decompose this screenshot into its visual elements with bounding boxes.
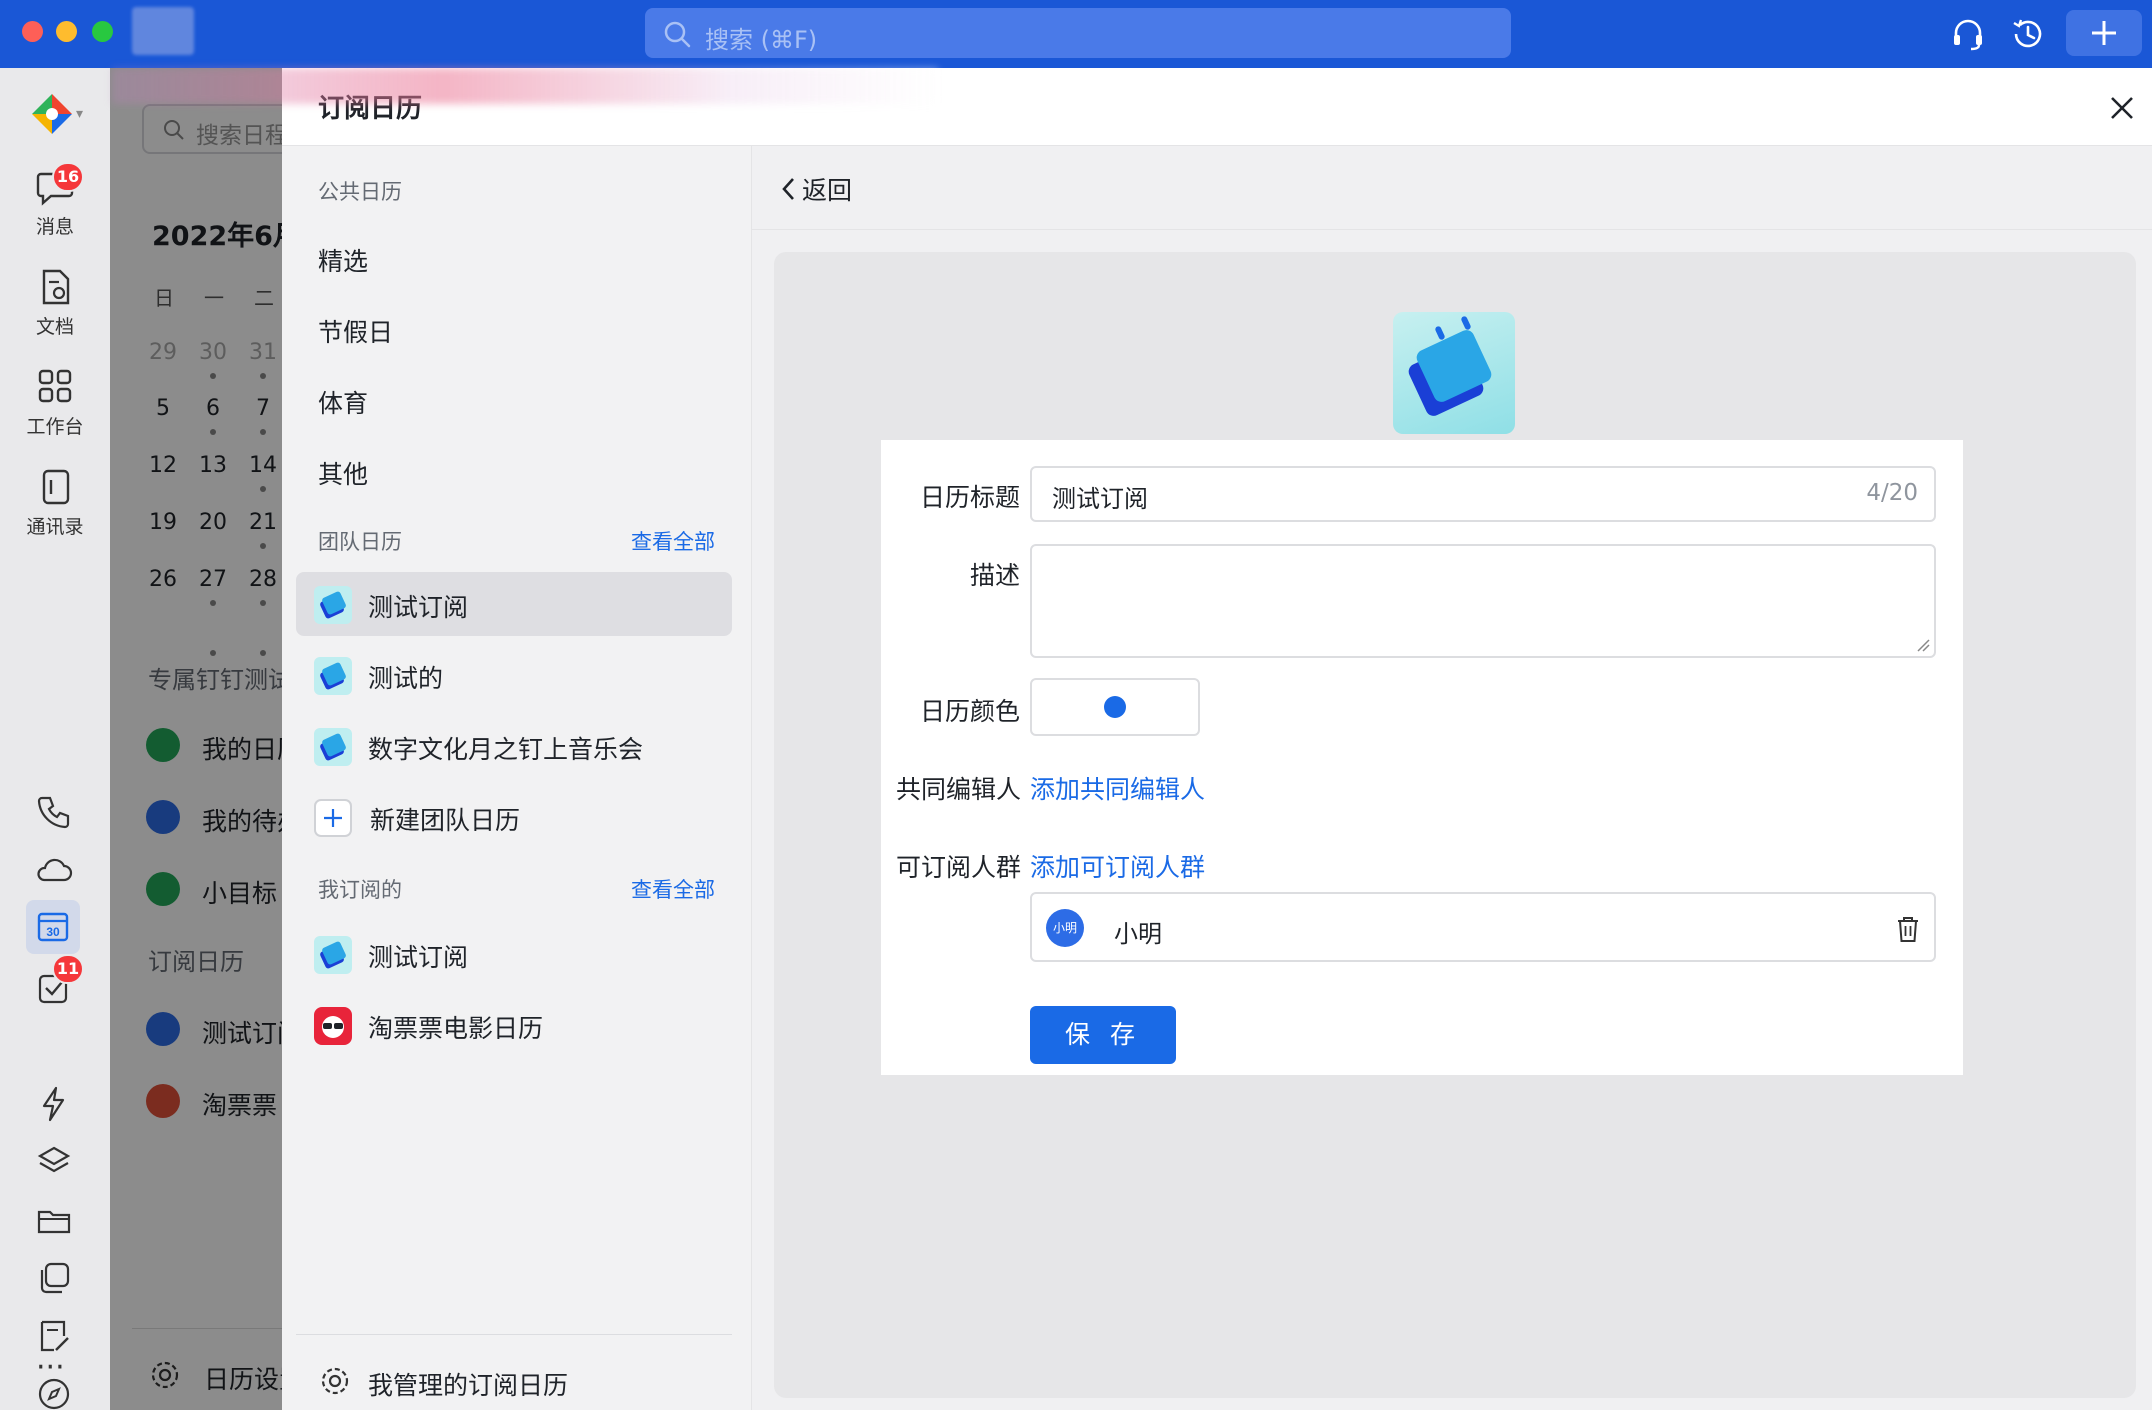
rail-label-contacts: 通讯录 xyxy=(26,516,84,538)
nav-rail: ▾ 消息 16 文档 工作台 通讯录 30 11 ··· xyxy=(0,68,110,1410)
add-coeditor-link[interactable]: 添加共同编辑人 xyxy=(1030,770,1205,806)
minimize-window-button[interactable] xyxy=(56,21,77,42)
gear-icon[interactable] xyxy=(318,1364,352,1398)
calendar-icon: 30 xyxy=(37,912,69,942)
folder-icon[interactable] xyxy=(34,1200,74,1240)
subscribed-calendar-label: 测试订阅 xyxy=(368,943,469,972)
rail-item-calendar[interactable]: 30 xyxy=(26,900,80,954)
title-input-value: 测试订阅 xyxy=(1052,485,1148,513)
calendar-avatar[interactable] xyxy=(1393,312,1515,434)
calendar-app-icon xyxy=(314,936,352,974)
managed-calendars-link[interactable]: 我管理的订阅日历 xyxy=(368,1366,568,1402)
search-placeholder: 搜索 (⌘F) xyxy=(705,26,818,54)
search-icon xyxy=(664,21,691,48)
calendar-app-icon xyxy=(1408,316,1492,416)
color-swatch xyxy=(1104,696,1126,718)
close-icon[interactable] xyxy=(2104,90,2140,126)
more-icon[interactable]: ··· xyxy=(36,1350,65,1385)
modal-overlay[interactable] xyxy=(110,68,292,1410)
document-icon xyxy=(42,269,70,305)
add-button[interactable] xyxy=(2066,10,2142,56)
rail-label-docs: 文档 xyxy=(35,316,74,338)
rail-label-messages: 消息 xyxy=(35,216,74,238)
resize-handle-icon[interactable] xyxy=(1916,638,1930,652)
subscribed-heading: 我订阅的 xyxy=(318,878,402,902)
subscriber-row: 小明 小明 xyxy=(1030,892,1936,962)
subscriber-field-label: 可订阅人群 xyxy=(895,853,1021,882)
lightning-icon[interactable] xyxy=(34,1084,74,1124)
color-picker[interactable] xyxy=(1030,678,1200,736)
team-calendar-label: 数字文化月之钉上音乐会 xyxy=(368,735,644,764)
calendar-app-icon xyxy=(314,657,352,695)
team-calendar-label: 测试的 xyxy=(368,664,444,693)
team-calendar-item[interactable]: 测试的 xyxy=(296,643,732,707)
title-field-label: 日历标题 xyxy=(919,483,1020,512)
back-label: 返回 xyxy=(802,176,853,205)
detail-toolbar xyxy=(752,146,2152,230)
subscribed-calendar-label: 淘票票电影日历 xyxy=(368,1014,544,1043)
subscriber-name: 小明 xyxy=(1114,920,1162,948)
rail-item-messages[interactable]: 消息 16 xyxy=(0,162,110,239)
color-field-label: 日历颜色 xyxy=(919,697,1020,726)
trash-icon[interactable] xyxy=(1894,914,1922,944)
rail-item-docs[interactable]: 文档 xyxy=(0,268,110,339)
category-item-featured[interactable]: 精选 xyxy=(318,242,368,278)
close-window-button[interactable] xyxy=(22,21,43,42)
avatar: 小明 xyxy=(1046,909,1084,947)
new-team-calendar-label: 新建团队日历 xyxy=(370,806,521,835)
category-item-sports[interactable]: 体育 xyxy=(318,384,368,420)
grid-icon xyxy=(38,369,72,403)
user-avatar[interactable] xyxy=(132,7,194,55)
calendar-app-icon xyxy=(314,586,352,624)
plus-icon xyxy=(2092,21,2116,45)
chevron-down-icon[interactable]: ▾ xyxy=(76,106,83,122)
divider xyxy=(296,1334,732,1335)
team-view-all-link[interactable]: 查看全部 xyxy=(631,526,715,556)
headset-icon[interactable] xyxy=(1948,14,1988,54)
subscribed-calendar-item[interactable]: 淘票票电影日历 xyxy=(296,993,732,1057)
title-input[interactable]: 测试订阅 4/20 xyxy=(1030,466,1936,522)
team-calendar-label: 测试订阅 xyxy=(368,593,469,622)
copy-icon[interactable] xyxy=(34,1258,74,1298)
message-count-badge: 16 xyxy=(52,162,84,192)
rail-label-workbench: 工作台 xyxy=(26,416,84,438)
rail-item-todo[interactable]: 11 xyxy=(34,954,84,1008)
title-char-count: 4/20 xyxy=(1866,480,1918,506)
coeditor-field-label: 共同编辑人 xyxy=(895,775,1021,804)
new-team-calendar-button[interactable]: 新建团队日历 xyxy=(296,785,732,849)
calendar-category-list: 公共日历 精选 节假日 体育 其他 团队日历 查看全部 测试订阅 测试的 数字文… xyxy=(282,146,752,1410)
global-search-input[interactable]: 搜索 (⌘F) xyxy=(645,8,1511,58)
calendar-app-icon xyxy=(314,728,352,766)
rail-item-workbench[interactable]: 工作台 xyxy=(0,368,110,439)
add-subscriber-link[interactable]: 添加可订阅人群 xyxy=(1030,848,1205,884)
category-item-holidays[interactable]: 节假日 xyxy=(318,313,393,349)
layers-icon[interactable] xyxy=(34,1142,74,1182)
plus-icon xyxy=(314,799,352,837)
description-textarea[interactable] xyxy=(1030,544,1936,658)
calendar-edit-form: 日历标题 测试订阅 4/20 描述 日历颜色 共同编辑人 添加共同编辑人 可订阅… xyxy=(881,440,1963,1075)
phone-icon[interactable] xyxy=(34,792,74,832)
team-calendar-item[interactable]: 数字文化月之钉上音乐会 xyxy=(296,714,732,778)
todo-count-badge: 11 xyxy=(52,954,84,984)
history-icon[interactable] xyxy=(2008,14,2048,54)
contacts-icon xyxy=(42,469,70,505)
public-calendars-heading: 公共日历 xyxy=(318,180,402,204)
category-item-other[interactable]: 其他 xyxy=(318,455,368,491)
team-calendars-heading: 团队日历 xyxy=(318,530,402,554)
cloud-icon[interactable] xyxy=(34,850,74,890)
team-calendar-item[interactable]: 测试订阅 xyxy=(296,572,732,636)
svg-text:30: 30 xyxy=(46,925,60,939)
zoom-window-button[interactable] xyxy=(92,21,113,42)
description-field-label: 描述 xyxy=(969,561,1020,590)
rail-item-contacts[interactable]: 通讯录 xyxy=(0,468,110,539)
save-button[interactable]: 保 存 xyxy=(1030,1006,1176,1064)
movie-ticket-app-icon xyxy=(314,1007,352,1045)
subscribed-calendar-item[interactable]: 测试订阅 xyxy=(296,922,732,986)
chevron-left-icon xyxy=(782,178,794,200)
back-button[interactable]: 返回 xyxy=(780,171,852,207)
app-logo[interactable] xyxy=(30,92,74,136)
subscribed-view-all-link[interactable]: 查看全部 xyxy=(631,874,715,904)
blurred-banner xyxy=(112,68,938,104)
